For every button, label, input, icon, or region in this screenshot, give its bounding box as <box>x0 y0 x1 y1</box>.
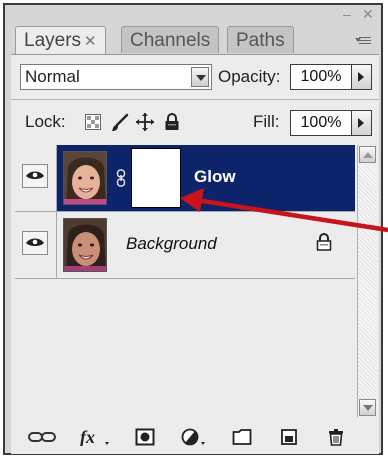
blend-mode-select[interactable]: Normal <box>20 64 212 90</box>
panel-menu-icon[interactable] <box>355 34 373 48</box>
visibility-cell <box>15 212 57 278</box>
tab-paths-label: Paths <box>236 30 285 51</box>
scroll-down-button[interactable] <box>359 399 376 416</box>
lock-label: Lock: <box>25 112 66 131</box>
tab-layers[interactable]: Layers ✕ <box>15 26 106 54</box>
adjustment-layer-icon[interactable] <box>181 428 209 446</box>
add-mask-icon[interactable] <box>135 428 155 446</box>
fill-arrow-button[interactable] <box>352 110 372 136</box>
chevron-down-icon[interactable] <box>191 67 209 87</box>
panel-title-bar: – ✕ <box>5 5 381 23</box>
link-layers-icon[interactable] <box>27 428 57 446</box>
lock-transparency-icon[interactable] <box>85 114 101 130</box>
visibility-toggle[interactable] <box>22 231 48 255</box>
close-icon[interactable]: ✕ <box>362 7 374 21</box>
eye-icon <box>26 238 44 246</box>
new-layer-icon[interactable] <box>279 428 299 446</box>
fill-label: Fill: <box>253 112 280 131</box>
eye-icon <box>26 171 44 179</box>
tab-close-icon[interactable]: ✕ <box>84 33 97 50</box>
tab-paths[interactable]: Paths <box>227 26 294 53</box>
tab-layers-label: Layers <box>24 30 82 51</box>
layer-thumbnail <box>63 151 107 205</box>
panel-content: Normal Opacity: 100% Lock: Fill: 100% Gl… <box>11 54 379 454</box>
opacity-label: Opacity: <box>218 67 281 86</box>
lock-all-icon[interactable] <box>163 113 181 131</box>
delete-layer-icon[interactable] <box>326 428 346 446</box>
panel-tabs: Layers ✕ Channels Paths <box>15 26 377 54</box>
svg-text:fx: fx <box>80 428 95 446</box>
fill-field[interactable]: 100% <box>290 110 352 136</box>
brush-icon[interactable] <box>110 113 130 133</box>
divider <box>11 99 379 100</box>
opacity-arrow-button[interactable] <box>352 64 372 90</box>
new-group-icon[interactable] <box>232 428 252 446</box>
opacity-field[interactable]: 100% <box>290 64 352 90</box>
chain-link-icon[interactable] <box>116 169 126 187</box>
layer-actions-bar: fx <box>11 420 379 454</box>
visibility-cell <box>15 145 57 211</box>
layer-style-icon[interactable]: fx <box>79 428 113 446</box>
move-icon[interactable] <box>135 112 155 132</box>
layer-thumbnail <box>63 218 107 272</box>
scroll-up-button[interactable] <box>359 146 376 163</box>
blend-mode-value: Normal <box>25 67 80 86</box>
annotation-arrow-icon <box>180 188 388 233</box>
tab-channels[interactable]: Channels <box>121 26 220 53</box>
minimize-icon[interactable]: – <box>343 7 351 21</box>
tab-channels-label: Channels <box>130 30 211 51</box>
visibility-toggle[interactable] <box>22 164 48 188</box>
